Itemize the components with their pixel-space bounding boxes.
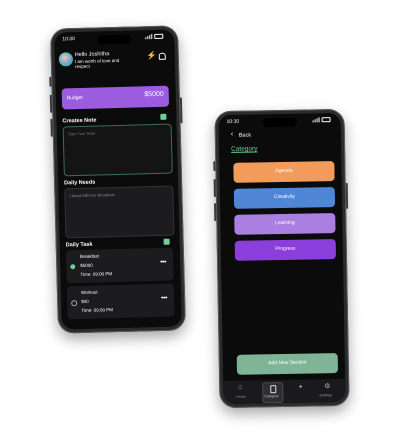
create-note-title: Creates Note	[62, 117, 97, 125]
dynamic-island	[262, 117, 297, 128]
task-check-icon[interactable]	[71, 300, 78, 307]
bottom-nav: ⌂ Home Category ✦ ⚙ Settings	[223, 378, 346, 405]
note-placeholder: Type Your Note	[67, 130, 96, 137]
category-creativity[interactable]: Creativity	[233, 187, 336, 209]
status-time: 10:30	[62, 36, 75, 43]
save-icon[interactable]	[160, 113, 167, 120]
signal-icon	[312, 117, 320, 123]
home-icon: ⌂	[238, 383, 243, 391]
category-label: Progress	[275, 245, 296, 253]
more-icon[interactable]: •••	[160, 259, 166, 266]
category-learning[interactable]: Learning	[234, 213, 336, 235]
signal-icon	[145, 34, 153, 40]
daily-needs-title: Daily Needs	[64, 179, 96, 187]
daily-needs-placeholder: I Need Milk For Breakfast	[69, 192, 115, 199]
category-label: Agenda	[275, 167, 293, 175]
category-title: Category	[231, 145, 258, 153]
category-label: Creativity	[273, 193, 295, 201]
avatar[interactable]	[58, 52, 74, 67]
bell-icon[interactable]	[158, 52, 166, 60]
dynamic-island	[97, 34, 132, 45]
battery-icon	[321, 117, 331, 123]
nav-category[interactable]: Category	[262, 381, 284, 404]
gear-icon: ⚙	[324, 383, 331, 391]
phone-left-screen: 10:30 Hello Joshitha I am worth of love …	[54, 29, 182, 330]
task-time: Time: 09:00 PM	[81, 307, 114, 314]
task-check-icon[interactable]	[70, 264, 76, 270]
phone-right: 10:30 ‹ Back Category Agenda Creativity …	[213, 108, 350, 409]
back-button[interactable]: Back	[239, 133, 251, 139]
add-section-button[interactable]: Add New Section	[236, 353, 339, 375]
budget-amount: $5000	[144, 90, 164, 99]
note-input[interactable]: Type Your Note	[62, 123, 173, 177]
daily-needs-input[interactable]: I Need Milk For Breakfast	[64, 185, 175, 239]
category-progress[interactable]: Progress	[234, 239, 337, 261]
task-time: Time: 09:00 PM	[80, 271, 113, 278]
affirmation-line2: respect	[74, 63, 90, 70]
more-icon[interactable]: •••	[161, 295, 167, 302]
greeting: Hello Joshitha	[74, 51, 110, 59]
budget-card[interactable]: Budget $5000	[61, 85, 170, 110]
clipboard-icon	[270, 385, 277, 394]
category-label: Learning	[275, 219, 295, 227]
category-agenda[interactable]: Agenda	[233, 161, 335, 183]
nav-label: Settings	[319, 393, 333, 398]
lightning-icon[interactable]: ⚡	[147, 51, 157, 60]
battery-icon	[154, 33, 164, 40]
task-card[interactable]: Workout $00 Time: 09:00 PM •••	[66, 283, 175, 320]
add-section-label: Add New Section	[268, 359, 307, 367]
phone-left: 10:30 Hello Joshitha I am worth of love …	[49, 25, 186, 334]
budget-label: Budget	[66, 94, 83, 102]
back-chevron-icon[interactable]: ‹	[231, 131, 233, 138]
status-time: 10:30	[226, 118, 240, 125]
daily-task-title: Daily Task	[65, 241, 93, 249]
nav-home[interactable]: ⌂ Home	[233, 384, 251, 402]
nav-label: Home	[236, 394, 246, 399]
task-amount: $5000	[80, 262, 93, 269]
nav-settings[interactable]: ⚙ Settings	[317, 382, 339, 400]
task-name: Breakfast	[79, 253, 100, 260]
nav-sparkle[interactable]: ✦	[293, 383, 309, 401]
calendar-icon[interactable]	[163, 238, 170, 245]
task-amount: $00	[81, 298, 89, 305]
task-card[interactable]: Breakfast $5000 Time: 09:00 PM •••	[65, 247, 174, 284]
phone-right-screen: 10:30 ‹ Back Category Agenda Creativity …	[218, 112, 346, 405]
task-name: Workout	[80, 289, 98, 296]
nav-label: Category	[264, 394, 279, 399]
sparkle-icon: ✦	[298, 384, 304, 391]
